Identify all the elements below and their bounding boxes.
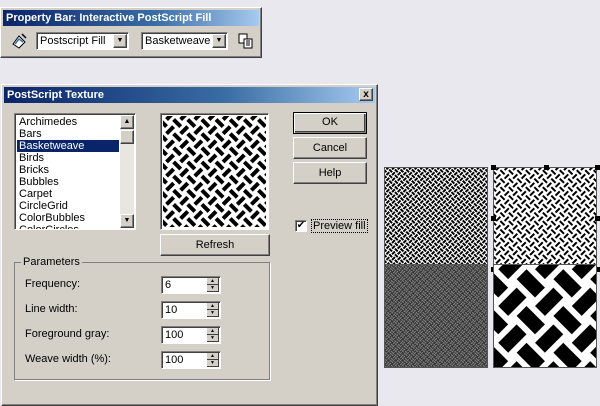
dialog-title[interactable]: PostScript Texture x	[4, 87, 375, 103]
frequency-value: 6	[165, 279, 172, 291]
refresh-button[interactable]: Refresh	[160, 234, 270, 256]
chevron-down-icon[interactable]: ▼	[113, 34, 127, 48]
fill-tool-button[interactable]	[8, 30, 30, 52]
chevron-up-icon[interactable]: ▲	[120, 115, 134, 129]
sample-small-weave	[384, 167, 488, 271]
texture-value: Basketweave	[145, 35, 211, 47]
list-item[interactable]: CircleGrid	[17, 200, 119, 212]
parameters-legend: Parameters	[21, 256, 82, 268]
frequency-arrows[interactable]: ▲ ▼	[207, 278, 219, 292]
texture-preview	[160, 113, 269, 230]
copy-fill-icon	[238, 33, 253, 49]
fill-type-select[interactable]: Postscript Fill ▼	[36, 32, 129, 50]
texture-select[interactable]: Basketweave ▼	[141, 32, 228, 50]
close-button[interactable]: x	[359, 88, 373, 101]
basketweave-preview-image	[163, 116, 266, 227]
preview-fill-label[interactable]: Preview fill	[311, 219, 368, 233]
fill-type-value: Postscript Fill	[40, 35, 106, 47]
sample-medium-weave[interactable]	[493, 167, 597, 271]
dialog-title-text: PostScript Texture	[7, 89, 104, 101]
texture-listbox[interactable]: Archimedes Bars Basketweave Birds Bricks Bubb…	[14, 113, 136, 230]
copy-fill-button[interactable]	[235, 30, 257, 52]
sample-medium-weave-image	[494, 168, 596, 270]
refresh-label: Refresh	[195, 239, 235, 251]
weave-width-value: 100	[165, 354, 184, 366]
list-item[interactable]: ColorCircles	[17, 224, 119, 229]
selection-handle[interactable]	[595, 165, 600, 170]
sample-dark-weave-image	[385, 265, 487, 367]
weave-width-arrows[interactable]: ▲ ▼	[207, 353, 219, 367]
chevron-down-icon[interactable]: ▼	[212, 34, 226, 48]
line-width-spinner[interactable]: 10 ▲ ▼	[161, 301, 221, 319]
list-item[interactable]: Basketweave	[17, 140, 119, 152]
sample-dark-weave	[384, 264, 488, 368]
selection-handle[interactable]	[544, 165, 549, 170]
texture-list: Archimedes Bars Basketweave Birds Bricks Bubb…	[17, 116, 119, 229]
parameters-group: Parameters Frequency: 6 ▲ ▼ Line width: 1…	[14, 256, 270, 380]
chevron-down-icon[interactable]: ▼	[207, 310, 219, 317]
sample-large-weave-image	[494, 265, 596, 367]
selection-handle[interactable]	[491, 165, 496, 170]
cancel-label: Cancel	[312, 142, 348, 154]
property-bar: Property Bar: Interactive PostScript Fil…	[0, 7, 262, 58]
chevron-up-icon[interactable]: ▲	[207, 353, 219, 360]
listbox-scrollbar[interactable]: ▲ ▼	[120, 115, 134, 228]
check-icon: ✔	[296, 220, 306, 231]
chevron-up-icon[interactable]: ▲	[207, 303, 219, 310]
frequency-spinner[interactable]: 6 ▲ ▼	[161, 276, 221, 294]
sample-large-weave	[493, 264, 597, 368]
list-item[interactable]: Archimedes	[17, 116, 119, 128]
chevron-down-icon[interactable]: ▼	[207, 360, 219, 367]
chevron-up-icon[interactable]: ▲	[207, 278, 219, 285]
list-item[interactable]: Bricks	[17, 164, 119, 176]
scrollbar-thumb[interactable]	[120, 130, 134, 144]
foreground-gray-value: 100	[165, 329, 184, 341]
selection-handle[interactable]	[595, 216, 600, 221]
chevron-up-icon[interactable]: ▲	[207, 328, 219, 335]
line-width-arrows[interactable]: ▲ ▼	[207, 303, 219, 317]
cancel-button[interactable]: Cancel	[293, 137, 367, 159]
chevron-down-icon[interactable]: ▼	[207, 335, 219, 342]
preview-fill-checkbox[interactable]: ✔	[295, 220, 307, 232]
chevron-down-icon[interactable]: ▼	[120, 214, 134, 228]
foreground-gray-arrows[interactable]: ▲ ▼	[207, 328, 219, 342]
help-button[interactable]: Help	[293, 162, 367, 184]
list-item[interactable]: Carpet	[17, 188, 119, 200]
weave-width-spinner[interactable]: 100 ▲ ▼	[161, 351, 221, 369]
list-item[interactable]: Bars	[17, 128, 119, 140]
list-item[interactable]: Bubbles	[17, 176, 119, 188]
foreground-gray-spinner[interactable]: 100 ▲ ▼	[161, 326, 221, 344]
list-item[interactable]: Birds	[17, 152, 119, 164]
line-width-label: Line width:	[25, 303, 78, 315]
ok-button[interactable]: OK	[293, 112, 367, 134]
list-item[interactable]: ColorBubbles	[17, 212, 119, 224]
foreground-gray-label: Foreground gray:	[25, 328, 110, 340]
ok-label: OK	[322, 116, 338, 128]
weave-width-label: Weave width (%):	[25, 353, 111, 365]
help-label: Help	[318, 167, 342, 179]
frequency-label: Frequency:	[25, 278, 81, 290]
fill-tool-icon	[12, 33, 27, 49]
property-bar-title[interactable]: Property Bar: Interactive PostScript Fil…	[3, 10, 259, 26]
line-width-value: 10	[165, 304, 178, 316]
chevron-down-icon[interactable]: ▼	[207, 285, 219, 292]
sample-small-weave-image	[385, 168, 487, 270]
selection-handle[interactable]	[491, 216, 496, 221]
postscript-texture-dialog: PostScript Texture x Archimedes Bars Baske…	[1, 84, 378, 406]
